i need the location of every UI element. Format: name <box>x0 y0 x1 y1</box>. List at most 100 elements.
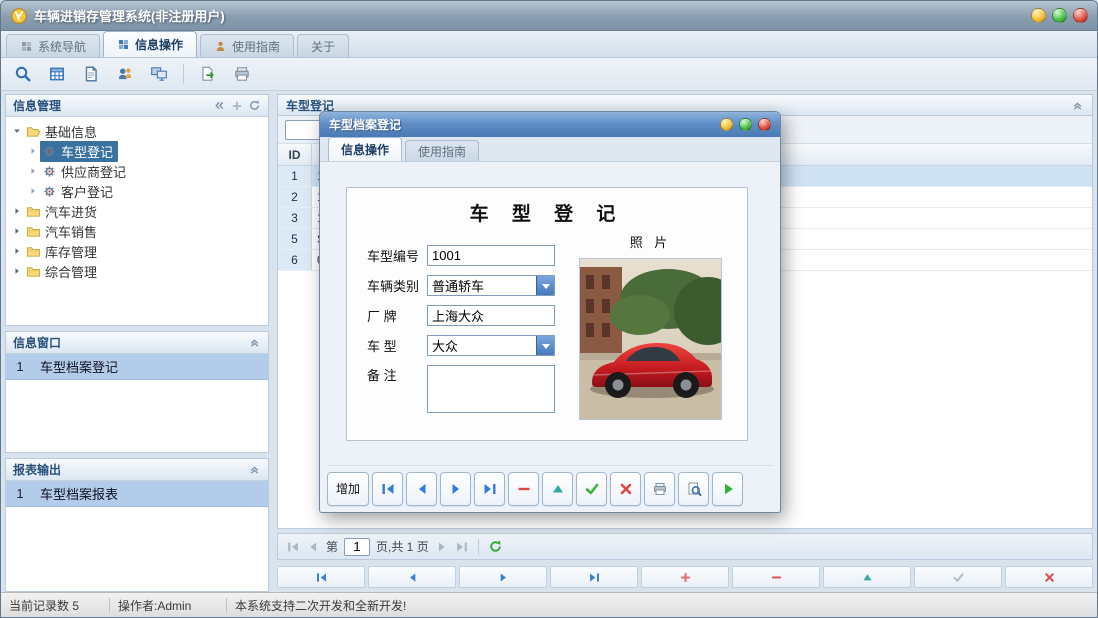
field-remarks-textarea[interactable] <box>427 365 555 413</box>
window-controls <box>1031 8 1088 23</box>
tab-about[interactable]: 关于 <box>297 34 349 57</box>
gear-icon <box>42 164 57 179</box>
collapse-up-icon[interactable] <box>248 336 261 349</box>
print-button[interactable] <box>644 472 675 506</box>
next-record-button[interactable] <box>459 566 547 588</box>
person-icon <box>214 40 227 53</box>
last-page-icon[interactable] <box>455 540 469 554</box>
prev-record-button[interactable] <box>406 472 437 506</box>
document-icon <box>82 65 100 83</box>
print-button[interactable] <box>228 61 256 88</box>
cross-icon <box>618 481 634 497</box>
tree-node-label: 供应商登记 <box>61 162 126 181</box>
dropdown-button[interactable] <box>536 336 554 355</box>
tree-node-4[interactable]: 汽车进货 <box>6 201 268 221</box>
save-button[interactable] <box>576 472 607 506</box>
tree-node-6[interactable]: 库存管理 <box>6 241 268 261</box>
data-table-button[interactable] <box>43 61 71 88</box>
next-page-icon[interactable] <box>435 540 449 554</box>
next-icon <box>448 481 464 497</box>
refresh-icon[interactable] <box>248 99 261 112</box>
tri_d-icon <box>12 126 22 136</box>
divider <box>226 598 227 613</box>
pagination-bar: 第 页,共 1 页 <box>277 533 1093 560</box>
tree-node-0[interactable]: 基础信息 <box>6 121 268 141</box>
main-tabbar: 系统导航信息操作使用指南关于 <box>1 31 1097 58</box>
add-icon[interactable] <box>231 100 243 112</box>
dialog-tab-info-op[interactable]: 信息操作 <box>328 137 402 161</box>
dialog-maximize-button[interactable] <box>739 118 752 131</box>
prev-record-button[interactable] <box>368 566 456 588</box>
field-label: 车型编号 <box>367 246 427 265</box>
first-page-icon[interactable] <box>286 540 300 554</box>
collapse-up-icon[interactable] <box>1071 99 1084 112</box>
tree-node-5[interactable]: 汽车销售 <box>6 221 268 241</box>
dialog-close-button[interactable] <box>758 118 771 131</box>
item-label: 车型档案报表 <box>34 484 118 503</box>
minus-icon <box>770 571 783 584</box>
tab-info-op[interactable]: 信息操作 <box>103 31 197 57</box>
tree-node-body: 车型登记 <box>40 141 118 162</box>
users-button[interactable] <box>111 61 139 88</box>
tab-guide[interactable]: 使用指南 <box>200 34 294 57</box>
minimize-button[interactable] <box>1031 8 1046 23</box>
up-icon <box>861 571 874 584</box>
dialog-minimize-button[interactable] <box>720 118 733 131</box>
tree-node-label: 车型登记 <box>61 142 113 161</box>
edit-record-button[interactable] <box>823 566 911 588</box>
app-window: 车辆进销存管理系统(非注册用户) 系统导航信息操作使用指南关于 信息管理 基础信… <box>0 0 1098 618</box>
tree-node-1[interactable]: 车型登记 <box>6 141 268 161</box>
cancel-button[interactable] <box>610 472 641 506</box>
tab-label: 系统导航 <box>38 38 86 55</box>
collapse-up-icon[interactable] <box>248 463 261 476</box>
delete-record-button[interactable] <box>508 472 539 506</box>
grid-column-id[interactable]: ID <box>278 144 312 165</box>
grid-cell-id: 1 <box>278 166 312 186</box>
add-record-button[interactable] <box>641 566 729 588</box>
tree-node-7[interactable]: 综合管理 <box>6 261 268 281</box>
tree-node-body: 汽车进货 <box>24 201 102 222</box>
field-brand-input[interactable] <box>427 305 555 326</box>
page-number-input[interactable] <box>344 538 370 556</box>
document-button[interactable] <box>77 61 105 88</box>
report-output-item[interactable]: 1 车型档案报表 <box>6 481 268 507</box>
search-button[interactable] <box>9 61 37 88</box>
tri_r-icon <box>12 226 22 236</box>
last-record-button[interactable] <box>550 566 638 588</box>
tri_r-icon <box>12 246 22 256</box>
refresh-icon[interactable] <box>488 539 503 554</box>
run-button[interactable] <box>712 472 743 506</box>
export-document-button[interactable] <box>194 61 222 88</box>
tree-node-2[interactable]: 供应商登记 <box>6 161 268 181</box>
confirm-button[interactable] <box>914 566 1002 588</box>
next-record-button[interactable] <box>440 472 471 506</box>
grid-cell-id: 2 <box>278 187 312 207</box>
first-record-button[interactable] <box>277 566 365 588</box>
dialog-tab-guide[interactable]: 使用指南 <box>405 140 479 161</box>
tree-node-label: 汽车销售 <box>45 222 97 241</box>
tab-nav[interactable]: 系统导航 <box>6 34 100 57</box>
button-label: 增加 <box>331 480 365 497</box>
collapse-left-icon[interactable] <box>213 99 226 112</box>
panel-report-output: 报表输出 1 车型档案报表 <box>5 458 269 592</box>
field-model-code-input[interactable] <box>427 245 555 266</box>
edit-record-button[interactable] <box>542 472 573 506</box>
maximize-button[interactable] <box>1052 8 1067 23</box>
first-record-button[interactable] <box>372 472 403 506</box>
gear-icon <box>42 144 57 159</box>
add-button[interactable]: 增加 <box>327 472 369 506</box>
cancel-button[interactable] <box>1005 566 1093 588</box>
field-row-model-code: 车型编号 <box>367 245 577 266</box>
print-preview-button[interactable] <box>678 472 709 506</box>
prev-page-icon[interactable] <box>306 540 320 554</box>
folder-icon <box>26 224 41 239</box>
close-button[interactable] <box>1073 8 1088 23</box>
last-record-button[interactable] <box>474 472 505 506</box>
info-window-item[interactable]: 1 车型档案登记 <box>6 354 268 380</box>
tree-node-3[interactable]: 客户登记 <box>6 181 268 201</box>
monitors-button[interactable] <box>145 61 173 88</box>
delete-record-button[interactable] <box>732 566 820 588</box>
print-icon <box>233 65 251 83</box>
dropdown-button[interactable] <box>536 276 554 295</box>
dialog-window-controls <box>720 118 771 131</box>
